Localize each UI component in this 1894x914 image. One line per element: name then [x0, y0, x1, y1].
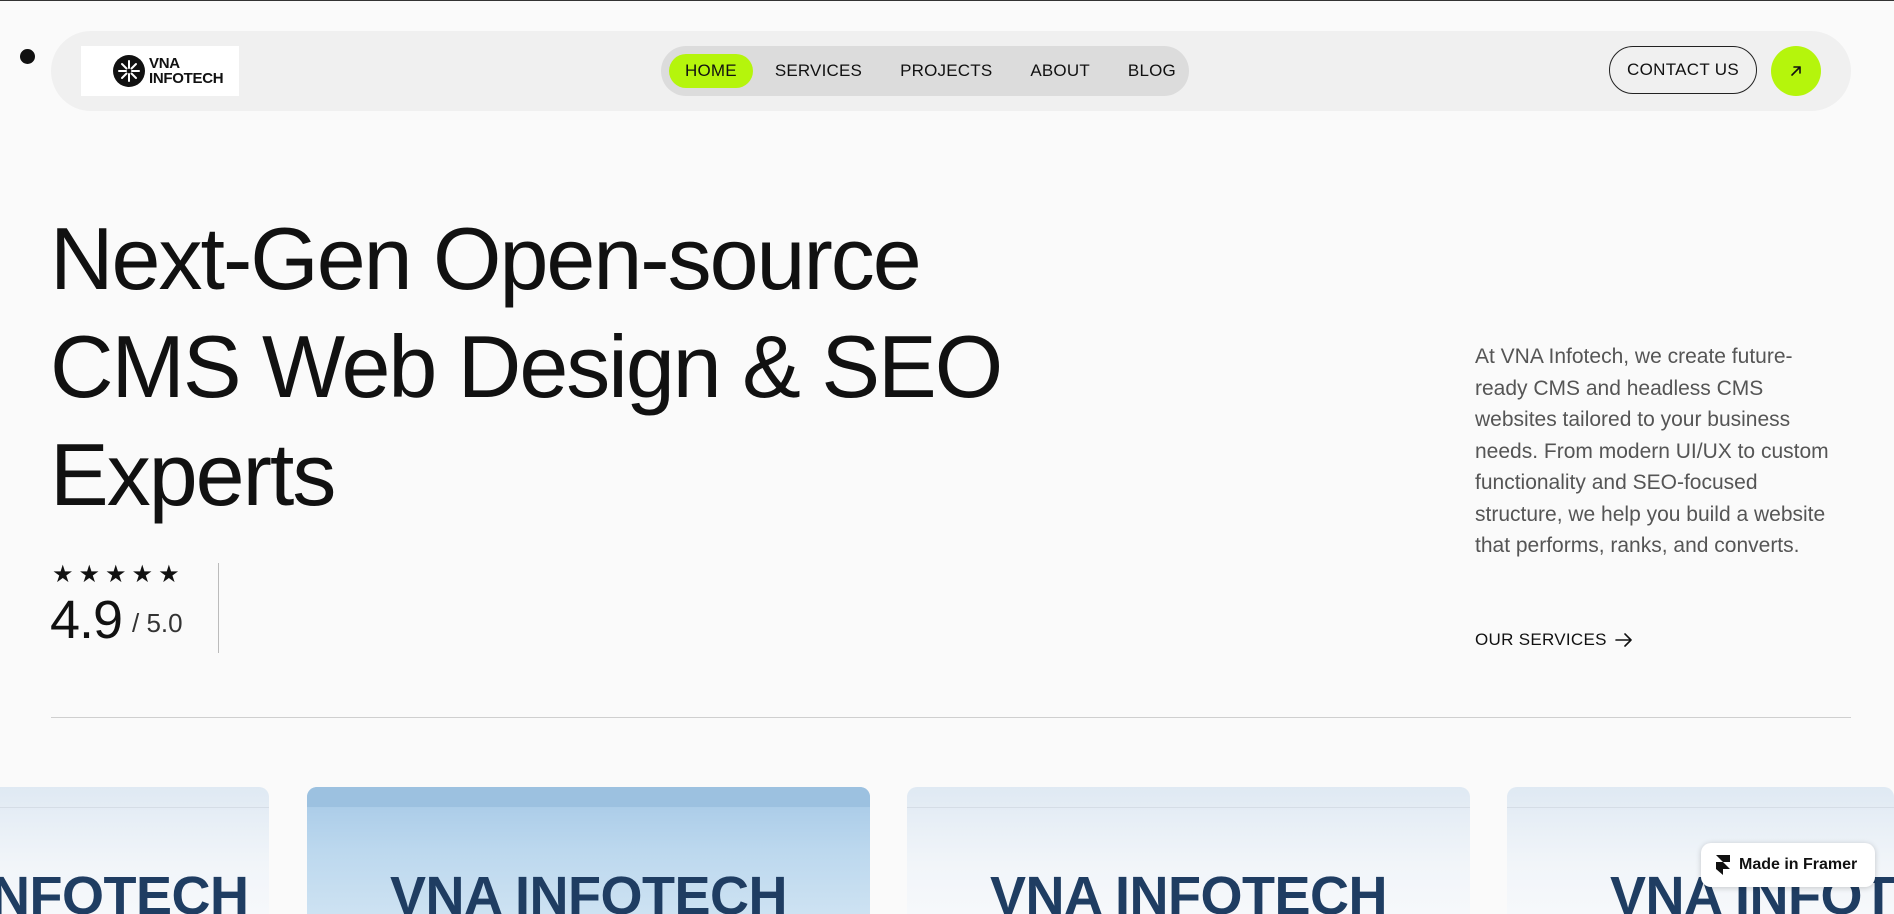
project-card[interactable]: VNA INFOTECH: [0, 787, 269, 914]
contact-us-button[interactable]: CONTACT US: [1609, 46, 1757, 94]
arrow-right-icon: [1614, 633, 1632, 647]
hero-heading: Next-Gen Open-source CMS Web Design & SE…: [50, 205, 1050, 529]
framer-icon: [1716, 855, 1730, 875]
star-icon: ★: [105, 561, 127, 588]
hero-heading-line-3: Experts: [50, 425, 336, 524]
logo-mark-icon: [113, 55, 145, 87]
hero-intro-text: At VNA Infotech, we create future-ready …: [1475, 345, 1829, 557]
star-icon: ★: [52, 561, 74, 588]
logo-line-2: INFOTECH: [149, 70, 224, 87]
cursor-dot: [20, 49, 35, 64]
site-logo[interactable]: VNA INFOTECH: [81, 46, 239, 96]
main-nav: HOME SERVICES PROJECTS ABOUT BLOG: [661, 46, 1189, 96]
nav-item-home[interactable]: HOME: [669, 54, 753, 88]
arrow-up-right-icon: [1791, 66, 1801, 76]
nav-item-about[interactable]: ABOUT: [1014, 54, 1106, 88]
our-services-label: OUR SERVICES: [1475, 630, 1607, 649]
project-card[interactable]: VNA INFOTECH: [907, 787, 1470, 914]
rating-max: / 5.0: [132, 608, 183, 638]
star-icon: ★: [78, 561, 101, 588]
rating-stars: ★ ★ ★ ★ ★: [52, 562, 180, 588]
made-in-framer-badge[interactable]: Made in Framer: [1701, 843, 1875, 887]
our-services-link[interactable]: OUR SERVICES: [1475, 630, 1633, 650]
logo-wordmark: VNA INFOTECH: [149, 55, 224, 87]
logo-line-1: VNA: [149, 55, 180, 72]
made-in-framer-label: Made in Framer: [1739, 856, 1858, 873]
hero-heading-line-2: CMS Web Design & SEO: [50, 317, 1003, 416]
nav-item-projects[interactable]: PROJECTS: [884, 54, 1008, 88]
nav-item-blog[interactable]: BLOG: [1112, 54, 1192, 88]
arrow-up-right-button[interactable]: [1771, 46, 1821, 96]
star-icon: ★: [131, 561, 154, 588]
hero-heading-line-1: Next-Gen Open-source: [50, 209, 922, 308]
star-icon: ★: [158, 561, 180, 588]
project-card-title: VNA INFOTECH: [0, 866, 249, 914]
rating-divider: [218, 563, 219, 653]
site-header: VNA INFOTECH HOME SERVICES PROJECTS ABOU…: [51, 31, 1851, 111]
window-top-border: [0, 0, 1894, 1]
rating-value: 4.9: [50, 590, 123, 650]
nav-item-services[interactable]: SERVICES: [759, 54, 878, 88]
project-card-title: VNA INFOTECH: [390, 866, 788, 914]
project-card[interactable]: VNA INFOTECH: [307, 787, 870, 914]
project-card-title: VNA INFOTECH: [990, 866, 1388, 914]
section-divider: [51, 717, 1851, 718]
